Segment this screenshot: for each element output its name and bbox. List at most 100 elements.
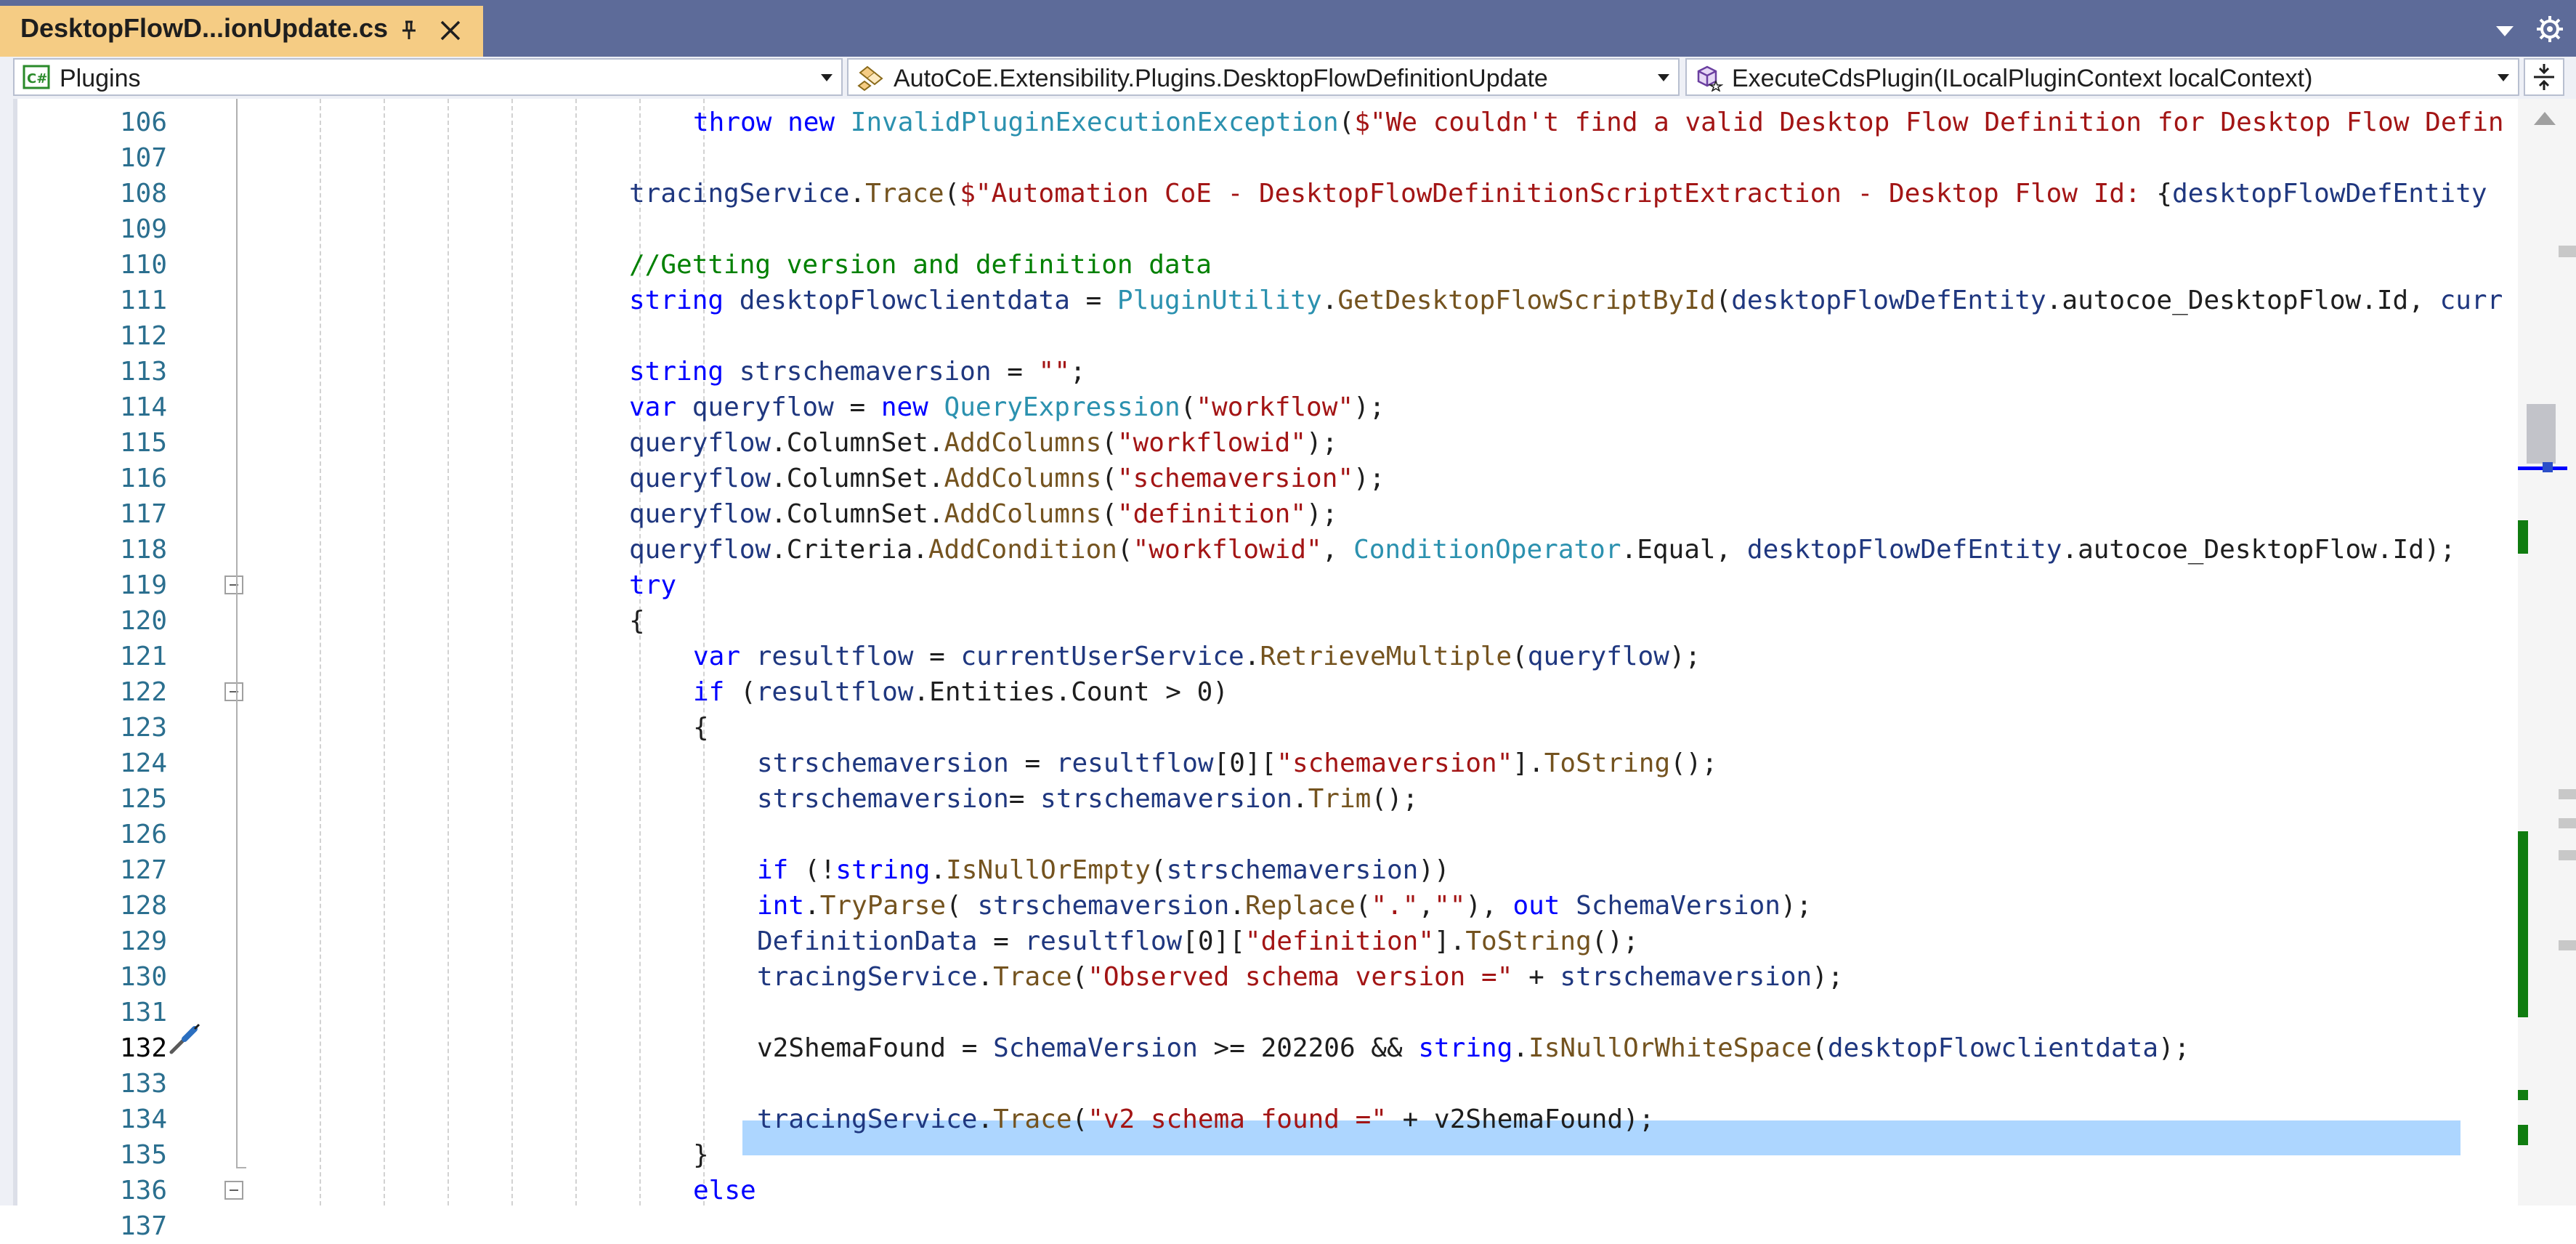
- code-line[interactable]: if (resultflow.Entities.Count > 0): [693, 674, 1228, 710]
- code-token: desktopFlowDefEntity: [2172, 179, 2487, 209]
- code-line[interactable]: int.TryParse( strschemaversion.Replace("…: [757, 888, 1812, 924]
- code-line[interactable]: strschemaversion= strschemaversion.Trim(…: [757, 781, 1418, 817]
- change-marker: [2518, 520, 2528, 554]
- code-line[interactable]: string strschemaversion = "";: [629, 354, 1086, 389]
- code-token: curr: [2439, 286, 2503, 315]
- code-line[interactable]: else: [693, 1173, 756, 1205]
- code-line[interactable]: tracingService.Trace($"Automation CoE - …: [629, 176, 2487, 211]
- pin-icon[interactable]: [398, 17, 424, 44]
- code-token: int: [757, 891, 805, 921]
- code-token: string: [629, 286, 724, 315]
- code-line[interactable]: string desktopFlowclientdata = PluginUti…: [629, 283, 2503, 318]
- line-number: 133: [119, 1069, 167, 1099]
- code-line[interactable]: tracingService.Trace("v2 schema found ="…: [757, 1102, 1654, 1137]
- code-line[interactable]: //Getting version and definition data: [629, 247, 1212, 283]
- code-line[interactable]: try: [629, 568, 676, 603]
- chevron-down-icon[interactable]: [2490, 16, 2519, 45]
- line-number: 131: [119, 998, 167, 1027]
- code-token: .Entities.Count > 0): [913, 677, 1228, 707]
- code-token: .autocoe_DesktopFlow.Id,: [2046, 286, 2440, 315]
- code-token: out: [1512, 891, 1560, 921]
- code-line[interactable]: {: [693, 710, 709, 746]
- indent-guide: [575, 99, 577, 1205]
- code-token: queryflow: [1527, 642, 1669, 671]
- code-line[interactable]: strschemaversion = resultflow[0]["schema…: [757, 746, 1717, 781]
- change-marker: [2518, 1125, 2528, 1145]
- code-token: Replace: [1244, 891, 1356, 921]
- code-line[interactable]: queryflow.ColumnSet.AddColumns("schemave…: [629, 461, 1385, 496]
- code-line[interactable]: var resultflow = currentUserService.Retr…: [693, 639, 1701, 674]
- code-token: resultflow: [1024, 926, 1183, 956]
- close-icon[interactable]: [436, 16, 465, 45]
- code-token: .ColumnSet.: [771, 464, 944, 493]
- chevron-up-icon[interactable]: [2531, 108, 2559, 129]
- line-number: 110: [119, 250, 167, 280]
- code-token: }: [693, 1140, 709, 1170]
- method-icon: [1697, 65, 1723, 92]
- code-token: //Getting version and definition data: [629, 250, 1212, 280]
- map-marker: [2559, 246, 2576, 257]
- code-line[interactable]: throw new InvalidPluginExecutionExceptio…: [693, 105, 2504, 140]
- code-token: PluginUtility: [1117, 286, 1322, 315]
- code-token: strschemaversion: [977, 891, 1230, 921]
- code-line[interactable]: DefinitionData = resultflow[0]["definiti…: [757, 924, 1639, 959]
- code-line[interactable]: queryflow.Criteria.AddCondition("workflo…: [629, 532, 2455, 568]
- code-line[interactable]: }: [693, 1137, 709, 1173]
- map-marker: [2559, 850, 2576, 860]
- code-line[interactable]: queryflow.ColumnSet.AddColumns("workflow…: [629, 425, 1337, 461]
- project-dropdown[interactable]: C# Plugins: [13, 58, 843, 96]
- code-line[interactable]: tracingService.Trace("Observed schema ve…: [757, 959, 1844, 995]
- vertical-scrollbar[interactable]: [2518, 99, 2576, 1205]
- code-token: try: [629, 570, 677, 600]
- code-token: ].: [1434, 926, 1466, 956]
- code-line[interactable]: {: [629, 603, 645, 639]
- type-dropdown-value: AutoCoE.Extensibility.Plugins.DesktopFlo…: [894, 65, 1548, 92]
- type-dropdown[interactable]: AutoCoE.Extensibility.Plugins.DesktopFlo…: [847, 58, 1680, 96]
- code-token: "definition": [1117, 499, 1307, 529]
- screwdriver-icon[interactable]: [166, 1022, 203, 1057]
- outlining-rail: [236, 99, 238, 1168]
- selected-code-line[interactable]: v2ShemaFound = SchemaVersion >= 202206 &…: [757, 1030, 2190, 1066]
- line-number: 109: [119, 214, 167, 244]
- document-tab[interactable]: DesktopFlowD...ionUpdate.cs: [0, 6, 483, 57]
- code-line[interactable]: queryflow.ColumnSet.AddColumns("definiti…: [629, 496, 1337, 532]
- code-token: );: [1812, 962, 1844, 992]
- code-token: Trace: [865, 179, 944, 209]
- code-token: string: [629, 357, 724, 387]
- split-window-button[interactable]: [2524, 58, 2564, 96]
- code-token: (: [1715, 286, 1732, 315]
- code-line[interactable]: var queryflow = new QueryExpression("wor…: [629, 389, 1385, 425]
- document-tab-title: DesktopFlowD...ionUpdate.cs: [20, 13, 389, 43]
- code-token: ,: [1418, 891, 1435, 921]
- code-token: .: [849, 179, 866, 209]
- code-token: ),: [1465, 891, 1513, 921]
- navigation-bar: C# Plugins AutoCoE.Extensibility.Plugins…: [0, 57, 2576, 99]
- outlining-margin[interactable]: [215, 99, 253, 1205]
- collapse-icon[interactable]: [224, 1181, 243, 1200]
- code-token: "": [1434, 891, 1466, 921]
- code-token: $"Automation CoE - DesktopFlowDefinition…: [960, 179, 2157, 209]
- code-token: );: [1306, 499, 1338, 529]
- member-dropdown[interactable]: ExecuteCdsPlugin(ILocalPluginContext loc…: [1685, 58, 2519, 96]
- collapse-icon[interactable]: [224, 575, 243, 594]
- code-token: SchemaVersion: [1576, 891, 1781, 921]
- code-line[interactable]: if (!string.IsNullOrEmpty(strschemaversi…: [757, 852, 1450, 888]
- line-number-margin[interactable]: 106 107 108 109 110 111 112 113 114 115 116 117 118 1…: [51, 99, 182, 1241]
- scrollbar-thumb[interactable]: [2527, 404, 2556, 464]
- code-token: desktopFlowclientdata: [1827, 1033, 2159, 1063]
- code-editor[interactable]: throw new InvalidPluginExecutionExceptio…: [253, 99, 2518, 1205]
- gear-icon[interactable]: [2534, 13, 2566, 45]
- indent-guide: [511, 99, 513, 1205]
- code-token: queryflow: [692, 392, 834, 422]
- code-token: ();: [1591, 926, 1639, 956]
- line-number: 122: [119, 677, 167, 707]
- code-token: );: [1353, 464, 1385, 493]
- collapse-icon[interactable]: [224, 682, 243, 701]
- code-token: =: [913, 642, 961, 671]
- code-token: "": [1038, 357, 1070, 387]
